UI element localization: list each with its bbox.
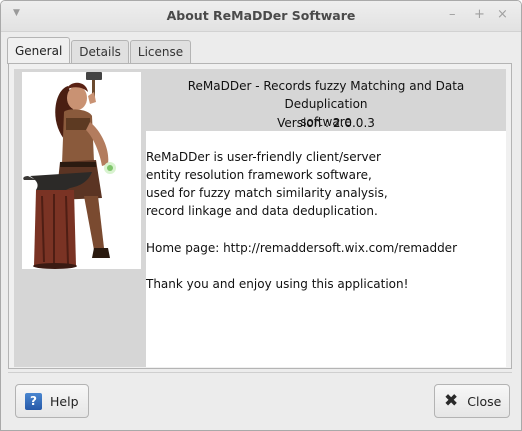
help-button-label: Help xyxy=(50,393,79,409)
close-button-label: Close xyxy=(467,393,502,409)
general-tab-panel: ReMaDDer - Records fuzzy Matching and Da… xyxy=(8,63,512,369)
footer-divider xyxy=(8,372,512,373)
general-content: ReMaDDer - Records fuzzy Matching and Da… xyxy=(14,69,506,367)
description-line: ReMaDDer is user-friendly client/server xyxy=(146,150,381,164)
thanks-text: Thank you and enjoy using this applicati… xyxy=(146,277,409,291)
description-line: used for fuzzy match similarity analysis… xyxy=(146,186,388,200)
close-button[interactable]: ✖ Close xyxy=(434,384,510,418)
blacksmith-illustration xyxy=(22,72,141,269)
description-box: ReMaDDer is user-friendly client/server … xyxy=(146,131,506,367)
blacksmith-icon xyxy=(23,72,116,269)
app-title-line-1: ReMaDDer - Records fuzzy Matching and Da… xyxy=(187,79,465,111)
tab-license[interactable]: License xyxy=(129,40,192,63)
description-line: record linkage and data deduplication. xyxy=(146,204,378,218)
close-icon: ✖ xyxy=(444,390,459,411)
title-bar[interactable]: ▼ About ReMaDDer Software – + × xyxy=(1,1,521,32)
description-line: entity resolution framework software, xyxy=(146,168,372,182)
help-icon: ? xyxy=(25,392,42,410)
close-window-icon[interactable]: × xyxy=(497,7,508,22)
help-button[interactable]: ? Help xyxy=(15,384,89,418)
app-header: ReMaDDer - Records fuzzy Matching and Da… xyxy=(146,69,506,131)
tab-details[interactable]: Details xyxy=(71,40,129,63)
version-label: Version : 2.0.0.3 xyxy=(277,116,375,130)
about-dialog: ▼ About ReMaDDer Software – + × General … xyxy=(0,0,522,431)
minimize-icon[interactable]: – xyxy=(449,7,456,22)
window-title: About ReMaDDer Software xyxy=(166,8,356,23)
homepage-text: Home page: http://remaddersoft.wix.com/r… xyxy=(146,241,457,255)
maximize-icon[interactable]: + xyxy=(474,7,485,22)
tab-bar: General Details License xyxy=(7,37,192,64)
tab-general[interactable]: General xyxy=(7,37,71,64)
